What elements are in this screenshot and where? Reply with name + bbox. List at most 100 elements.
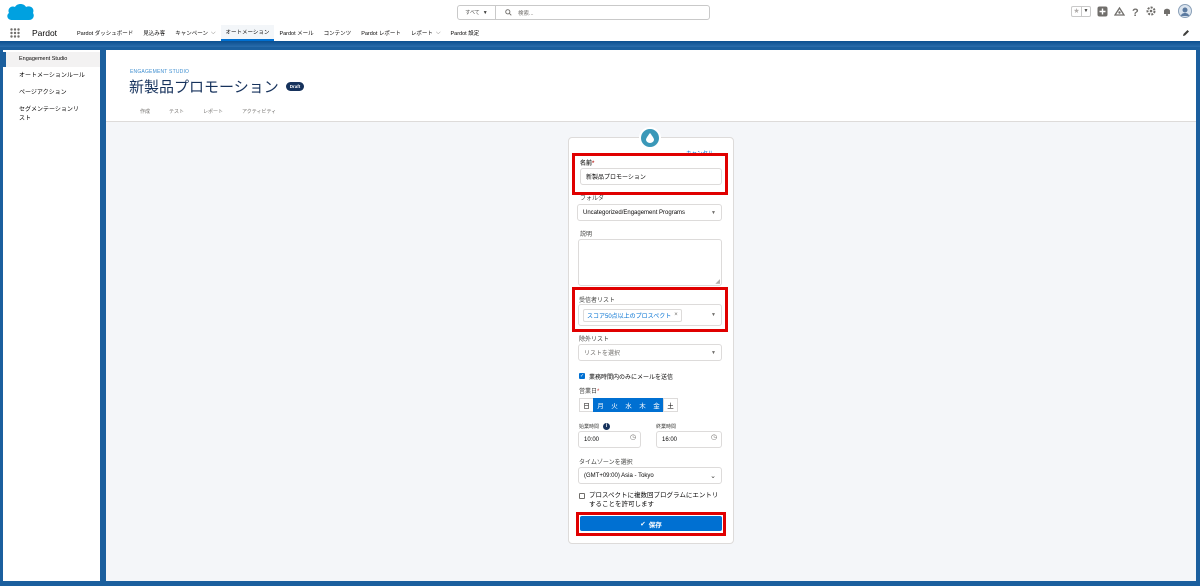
nav-item-label: 見込み客 <box>143 31 166 37</box>
tab-build[interactable]: 作成 <box>140 108 150 115</box>
avatar[interactable] <box>1178 4 1192 18</box>
start-time-label-text: 始業時間 <box>579 424 600 430</box>
nav-item-content[interactable]: コンテンツ <box>319 25 357 41</box>
page-title: 新製品プロモーション <box>129 79 279 96</box>
multi-entry-label: プロスペクトに複数回プログラムにエントリすることを許可します <box>589 492 719 508</box>
nav-item-label: Pardot レポート <box>361 31 401 37</box>
description-textarea[interactable]: ◢ <box>578 239 722 286</box>
clock-icon[interactable]: ◷ <box>630 433 636 441</box>
app-launcher[interactable] <box>10 25 30 41</box>
day-toggle-thu[interactable]: 木 <box>635 398 650 412</box>
gear-icon[interactable] <box>1146 6 1156 16</box>
nav-item-label: Pardot メール <box>279 31 314 37</box>
business-days-group: 日 月 火 水 木 金 土 <box>579 398 678 412</box>
suppression-list-select[interactable]: リストを選択 ▼ <box>578 344 722 361</box>
chevron-down-icon[interactable]: ⌵ <box>436 30 441 37</box>
multi-entry-checkbox[interactable] <box>579 493 585 499</box>
end-time-field[interactable]: 16:00 ◷ <box>656 431 722 448</box>
info-icon[interactable]: i <box>603 423 611 431</box>
chevron-down-icon: ▼ <box>711 349 716 356</box>
day-toggle-sun[interactable]: 日 <box>579 398 594 412</box>
add-icon[interactable] <box>1097 6 1108 17</box>
chevron-down-icon[interactable]: ⌵ <box>211 30 216 37</box>
nav-item-label: Pardot ダッシュボード <box>77 31 134 37</box>
business-hours-checkbox[interactable]: ✓ <box>579 373 585 379</box>
sidebar-item-engagement-studio[interactable]: Engagement Studio <box>3 52 100 67</box>
nav-item-pardot-reports[interactable]: Pardot レポート <box>356 25 406 41</box>
resize-handle-icon[interactable]: ◢ <box>715 278 720 285</box>
timezone-select[interactable]: (GMT+09:00) Asia - Tokyo ⌄ <box>578 467 722 484</box>
utility-bar: ★ ▼ ? <box>1071 4 1192 18</box>
nav-item-prospects[interactable]: 見込み客 <box>138 25 170 41</box>
suppression-placeholder: リストを選択 <box>584 351 621 357</box>
app-nav-bar: Pardot Pardot ダッシュボード 見込み客 キャンペーン ⌵ オートメー… <box>0 25 1200 41</box>
breadcrumb[interactable]: ENGAGEMENT STUDIO <box>130 69 189 75</box>
tab-activity[interactable]: アクティビティ <box>242 108 276 115</box>
nav-item-pardot-dashboard[interactable]: Pardot ダッシュボード <box>72 25 138 41</box>
status-badge: Draft <box>285 82 305 91</box>
highlight-save-button <box>576 512 726 536</box>
sidebar-item-label: Engagement Studio <box>19 56 68 62</box>
search-input[interactable]: 検索... <box>496 9 534 17</box>
nav-item-label: Pardot 設定 <box>450 31 480 37</box>
left-sidebar: Engagement Studio オートメーションルール ページアクション セ… <box>3 50 100 581</box>
clock-icon[interactable]: ◷ <box>711 433 717 441</box>
nav-item-campaigns[interactable]: キャンペーン ⌵ <box>170 25 220 41</box>
salesforce-logo[interactable] <box>6 3 35 22</box>
day-toggle-mon[interactable]: 月 <box>593 398 608 412</box>
global-header: すべて ▼ 検索... ★ ▼ ? <box>0 0 1200 25</box>
day-toggle-fri[interactable]: 金 <box>649 398 664 412</box>
description-label: 説明 <box>580 232 593 238</box>
required-marker: * <box>597 389 600 395</box>
nav-item-automation[interactable]: オートメーション <box>220 25 275 41</box>
drop-icon <box>646 133 654 143</box>
end-time-label: 終業時間 <box>656 424 677 430</box>
svg-text:?: ? <box>1132 7 1139 17</box>
nav-item-pardot-email[interactable]: Pardot メール <box>274 25 318 41</box>
sidebar-item-page-actions[interactable]: ページアクション <box>3 89 100 98</box>
app-name: Pardot <box>32 28 58 38</box>
nav-item-reports[interactable]: レポート ⌵ <box>406 25 446 41</box>
bell-icon[interactable] <box>1162 6 1172 16</box>
folder-select[interactable]: Uncategorized/Engagement Programs ▼ <box>577 204 722 221</box>
help-icon[interactable]: ? <box>1131 6 1140 17</box>
nav-item-label: レポート <box>410 31 433 37</box>
search-scope-select[interactable]: すべて ▼ <box>458 6 496 19</box>
sidebar-item-automation-rules[interactable]: オートメーションルール <box>3 72 100 81</box>
timezone-value: (GMT+09:00) Asia - Tokyo <box>584 472 654 479</box>
chevron-down-icon: ▼ <box>711 209 716 216</box>
chevron-down-icon[interactable]: ▼ <box>1081 6 1090 16</box>
highlight-recipient-section <box>572 287 728 332</box>
nav-item-pardot-settings[interactable]: Pardot 設定 <box>446 25 485 41</box>
start-time-label: 始業時間 i <box>579 423 611 431</box>
tab-test[interactable]: テスト <box>169 108 184 115</box>
pencil-icon[interactable] <box>1182 29 1190 37</box>
nav-item-label: オートメーション <box>225 30 270 36</box>
day-toggle-tue[interactable]: 火 <box>607 398 622 412</box>
nav-item-label: コンテンツ <box>323 31 352 37</box>
search-placeholder: 検索... <box>518 10 534 17</box>
trailhead-icon[interactable] <box>1114 6 1125 17</box>
chevron-down-icon: ⌄ <box>710 472 716 480</box>
star-icon[interactable]: ★ <box>1072 7 1081 16</box>
highlight-name-section <box>572 153 728 195</box>
favorites-group[interactable]: ★ ▼ <box>1071 5 1091 17</box>
tab-report[interactable]: レポート <box>203 108 223 115</box>
start-node-icon <box>639 127 661 149</box>
app-launcher-icon <box>10 28 20 38</box>
global-search[interactable]: すべて ▼ 検索... <box>457 5 710 20</box>
start-time-value: 10:00 <box>584 436 600 443</box>
nav-item-label: キャンペーン <box>175 31 208 37</box>
day-toggle-wed[interactable]: 水 <box>621 398 636 412</box>
suppression-list-label: 除外リスト <box>579 337 610 343</box>
user-avatar-icon <box>1181 7 1189 16</box>
day-toggle-sat[interactable]: 土 <box>663 398 678 412</box>
business-hours-label: 業務時間内のみにメールを送信 <box>589 375 674 381</box>
search-scope-label: すべて <box>465 10 480 16</box>
business-days-label-text: 営業日 <box>579 389 598 395</box>
folder-select-value: Uncategorized/Engagement Programs <box>583 209 686 216</box>
sidebar-item-segmentation-lists[interactable]: セグメンテーションリスト <box>3 106 83 124</box>
sidebar-item-label: オートメーションルール <box>19 73 85 79</box>
page-title-row: 新製品プロモーション Draft <box>129 76 305 97</box>
start-time-field[interactable]: 10:00 ◷ <box>578 431 641 448</box>
